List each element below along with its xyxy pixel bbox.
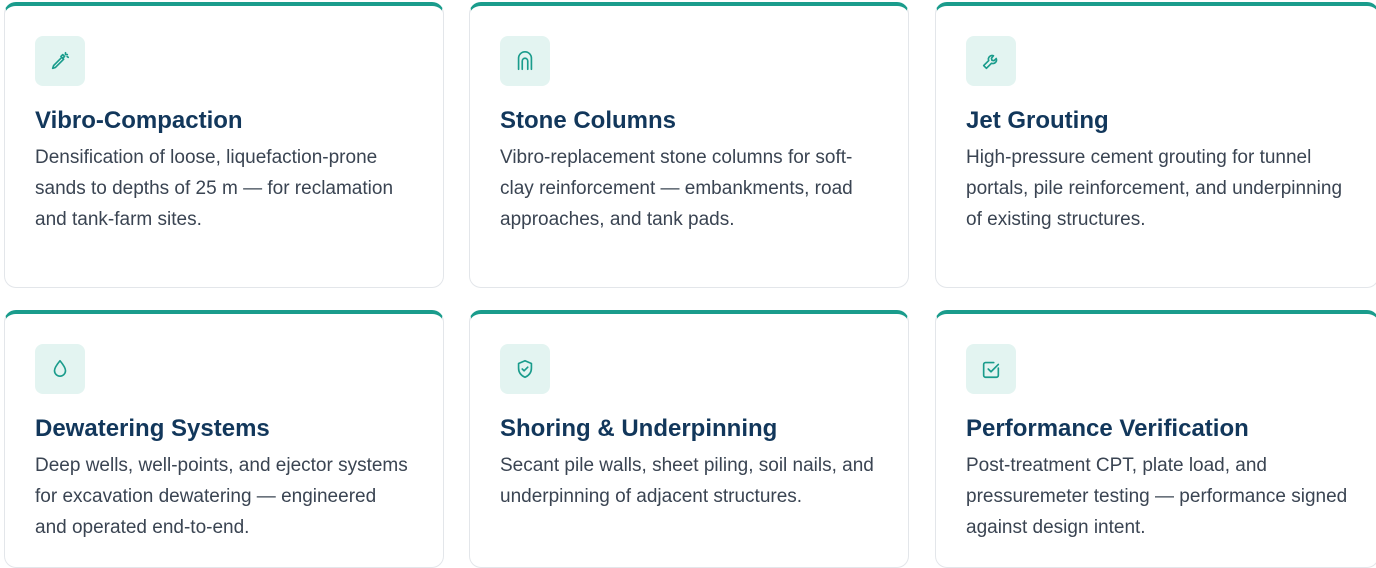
service-card-stone-columns: Stone Columns Vibro-replacement stone co… (469, 2, 909, 288)
service-card-performance-verification: Performance Verification Post-treatment … (935, 310, 1376, 568)
service-description: High-pressure cement grouting for tunnel… (966, 147, 1343, 230)
service-description: Secant pile walls, sheet piling, soil na… (500, 455, 874, 507)
service-card-dewatering: Dewatering Systems Deep wells, well-poin… (4, 310, 444, 568)
service-description: Densification of loose, liquefaction-pro… (35, 147, 394, 230)
service-description: Deep wells, well-points, and ejector sys… (35, 455, 408, 538)
service-title: Dewatering Systems (35, 415, 270, 442)
service-title: Shoring & Underpinning (500, 415, 778, 442)
services-grid: Vibro-Compaction Densification of loose,… (0, 0, 1376, 568)
service-title: Jet Grouting (966, 107, 1109, 134)
service-card-shoring: Shoring & Underpinning Secant pile walls… (469, 310, 909, 568)
water-drop-icon (35, 344, 85, 394)
service-card-jet-grouting: Jet Grouting High-pressure cement grouti… (935, 2, 1376, 288)
shield-check-icon (500, 344, 550, 394)
checkbox-icon (966, 344, 1016, 394)
column-icon (500, 36, 550, 86)
vibro-tool-icon (35, 36, 85, 86)
service-title: Stone Columns (500, 107, 677, 134)
service-title: Vibro-Compaction (35, 107, 243, 134)
wrench-icon (966, 36, 1016, 86)
service-description: Post-treatment CPT, plate load, and pres… (966, 455, 1348, 538)
service-description: Vibro-replacement stone columns for soft… (500, 147, 853, 230)
service-title: Performance Verification (966, 415, 1249, 442)
service-card-vibro-compaction: Vibro-Compaction Densification of loose,… (4, 2, 444, 288)
